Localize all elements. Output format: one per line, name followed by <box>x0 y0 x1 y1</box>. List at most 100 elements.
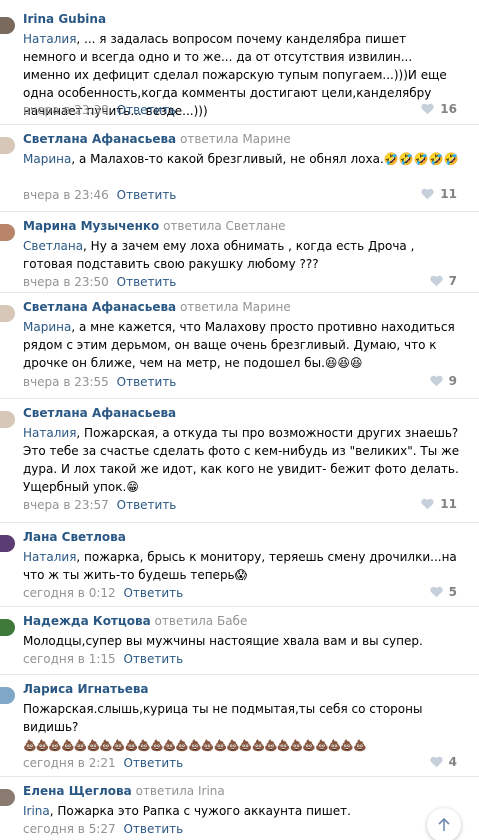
comment-meta: вчера в 23:38 Ответить <box>23 103 176 117</box>
comment-meta: вчера в 23:57 Ответить <box>23 498 176 512</box>
like-count: 4 <box>448 755 457 769</box>
like-button[interactable]: 5 <box>429 585 457 599</box>
like-count: 7 <box>448 274 457 288</box>
author-name[interactable]: Марина Музыченко <box>23 219 159 233</box>
mention-link[interactable]: Марина <box>23 152 71 166</box>
comment-meta: вчера в 23:46 Ответить <box>23 188 176 202</box>
timestamp[interactable]: вчера в 23:50 <box>23 275 109 289</box>
replied-to[interactable]: ответила Светлане <box>163 219 286 233</box>
timestamp[interactable]: сегодня в 0:12 <box>23 586 116 600</box>
reply-button[interactable]: Ответить <box>117 275 177 289</box>
comment-text: Молодцы,супер вы мужчины настоящие хвала… <box>23 634 423 648</box>
comment-text: Наталия, пожарка, брысь к монитору, теря… <box>23 550 457 582</box>
mention-link[interactable]: Светлана <box>23 239 83 253</box>
avatar[interactable] <box>0 305 15 322</box>
comment-meta: сегодня в 0:12 Ответить <box>23 586 183 600</box>
divider <box>0 606 479 607</box>
divider <box>0 211 479 212</box>
divider <box>0 522 479 523</box>
mention-link[interactable]: Наталия <box>23 32 76 46</box>
timestamp[interactable]: сегодня в 1:15 <box>23 652 116 666</box>
heart-icon <box>421 498 434 510</box>
heart-icon <box>421 188 434 200</box>
like-count: 11 <box>440 497 457 511</box>
reply-button[interactable]: Ответить <box>117 375 177 389</box>
author-name[interactable]: Елена Щеглова <box>23 784 132 798</box>
replied-to[interactable]: ответила Марине <box>180 300 291 314</box>
mention-link[interactable]: Наталия <box>23 550 76 564</box>
divider <box>0 776 479 777</box>
comment-text: Наталия, Пожарская, а откуда ты про возм… <box>23 426 460 494</box>
reply-button[interactable]: Ответить <box>123 586 183 600</box>
avatar[interactable] <box>0 789 15 806</box>
timestamp[interactable]: вчера в 23:55 <box>23 375 109 389</box>
mention-link[interactable]: Наталия <box>23 426 76 440</box>
like-button[interactable]: 11 <box>421 187 457 201</box>
replied-to[interactable]: ответила Марине <box>180 132 291 146</box>
emoji-group: 😱 <box>234 568 248 582</box>
avatar[interactable] <box>0 411 15 428</box>
timestamp[interactable]: сегодня в 5:27 <box>23 822 116 836</box>
avatar[interactable] <box>0 535 15 552</box>
author-name[interactable]: Надежда Котцова <box>23 614 151 628</box>
author-name[interactable]: Лариса Игнатьева <box>23 682 149 696</box>
author-name[interactable]: Irina Gubina <box>23 12 106 26</box>
reply-button[interactable]: Ответить <box>117 498 177 512</box>
comment-text: Марина, а Малахов-то какой брезгливый, н… <box>23 152 459 166</box>
like-count: 11 <box>440 187 457 201</box>
comment-text: Марина, а мне кажется, что Малахову прос… <box>23 320 455 370</box>
like-count: 16 <box>440 102 457 116</box>
timestamp[interactable]: сегодня в 2:21 <box>23 756 116 770</box>
mention-link[interactable]: Марина <box>23 320 71 334</box>
author-name[interactable]: Лана Светлова <box>23 530 126 544</box>
author-name[interactable]: Светлана Афанасьева <box>23 406 176 420</box>
heart-icon <box>429 275 443 287</box>
heart-icon <box>429 756 443 768</box>
comment-text: Irina, Пожарка это Рапка с чужого аккаун… <box>23 804 351 818</box>
emoji-group: 😆😆😆 <box>324 356 363 370</box>
divider <box>0 674 479 675</box>
author-name[interactable]: Светлана Афанасьева <box>23 132 176 146</box>
timestamp[interactable]: вчера в 23:38 <box>23 103 109 117</box>
reply-button[interactable]: Ответить <box>123 822 183 836</box>
heart-icon <box>429 375 443 387</box>
comment-meta: сегодня в 1:15 Ответить <box>23 652 183 666</box>
mention-link[interactable]: Irina <box>23 804 50 818</box>
like-count: 5 <box>448 585 457 599</box>
like-count: 9 <box>448 374 457 388</box>
divider <box>0 398 479 399</box>
comment-text: Светлана, Ну а зачем ему лоха обнимать ,… <box>23 239 415 271</box>
divider <box>0 292 479 293</box>
timestamp[interactable]: вчера в 23:57 <box>23 498 109 512</box>
avatar[interactable] <box>0 687 15 704</box>
divider <box>0 124 479 125</box>
like-button[interactable]: 16 <box>421 102 457 116</box>
chevron-up-icon <box>438 818 450 831</box>
heart-icon <box>421 103 434 115</box>
like-button[interactable]: 9 <box>429 374 457 388</box>
reply-button[interactable]: Ответить <box>117 103 177 117</box>
replied-to[interactable]: ответила Irina <box>136 784 225 798</box>
author-name[interactable]: Светлана Афанасьева <box>23 300 176 314</box>
reply-button[interactable]: Ответить <box>123 652 183 666</box>
avatar[interactable] <box>0 17 15 34</box>
emoji-group: 🤣🤣🤣🤣🤣 <box>383 152 459 166</box>
heart-icon <box>429 586 443 598</box>
like-button[interactable]: 7 <box>429 274 457 288</box>
reply-button[interactable]: Ответить <box>123 756 183 770</box>
timestamp[interactable]: вчера в 23:46 <box>23 188 109 202</box>
emoji-group: 😁 <box>126 480 139 494</box>
replied-to[interactable]: ответила Бабе <box>155 614 248 628</box>
reply-button[interactable]: Ответить <box>117 188 177 202</box>
avatar[interactable] <box>0 619 15 636</box>
comment-meta: сегодня в 5:27 Ответить <box>23 822 183 836</box>
emoji-group: 💩💩💩💩💩💩💩💩💩💩💩💩💩💩💩💩💩💩💩💩💩💩💩💩💩💩💩 <box>23 739 367 752</box>
like-button[interactable]: 11 <box>421 497 457 511</box>
like-button[interactable]: 4 <box>429 755 457 769</box>
avatar[interactable] <box>0 224 15 241</box>
scroll-to-top-button[interactable] <box>427 808 461 840</box>
comment-text: Пожарская.слышь,курица ты не подмытая,ты… <box>23 702 423 752</box>
comment-meta: вчера в 23:50 Ответить <box>23 275 176 289</box>
avatar[interactable] <box>0 137 15 154</box>
comment-meta: сегодня в 2:21 Ответить <box>23 756 183 770</box>
